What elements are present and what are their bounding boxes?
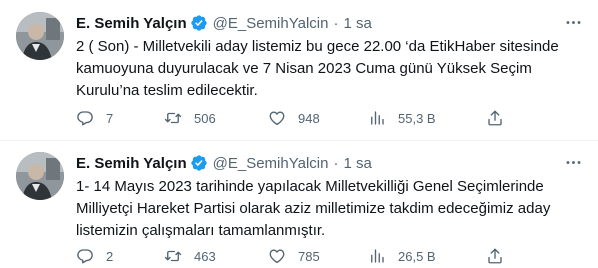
reply-button[interactable]: 2 — [76, 246, 113, 266]
author-name[interactable]: E. Semih Yalçın — [76, 15, 187, 32]
reply-count: 2 — [106, 248, 114, 264]
views-button[interactable]: 55,3 B — [368, 108, 436, 128]
tweet-header: E. Semih Yalçın @E_SemihYalcin · 1 sa — [76, 152, 372, 174]
tweet-actions: 2 463 785 26,5 B — [76, 246, 588, 266]
retweet-icon — [164, 250, 182, 262]
share-icon — [488, 110, 502, 126]
tweet-text-line: 2 ( Son) - Milletvekili aday listemiz bu… — [76, 38, 559, 55]
tweet-time[interactable]: 1 sa — [343, 15, 371, 32]
reply-icon — [77, 111, 93, 126]
tweet-text-line: Kurulu’na teslim edilecektir. — [76, 82, 258, 99]
tweet-text: 2 ( Son) - Milletvekili aday listemiz bu… — [76, 36, 588, 102]
avatar[interactable] — [16, 152, 64, 200]
tweet[interactable]: E. Semih Yalçın @E_SemihYalcin · 1 sa 2 … — [0, 0, 598, 140]
tweet-text-line: listemizin çalışmaları tamamlanmıştır. — [76, 222, 326, 239]
like-icon — [269, 249, 285, 264]
separator-dot: · — [333, 154, 339, 172]
author-name[interactable]: E. Semih Yalçın — [76, 155, 187, 172]
views-count: 55,3 B — [398, 110, 436, 126]
more-icon[interactable] — [562, 11, 584, 33]
retweet-button[interactable]: 463 — [164, 246, 216, 266]
views-button[interactable]: 26,5 B — [368, 246, 436, 266]
tweet-time[interactable]: 1 sa — [343, 155, 371, 172]
verified-badge-icon — [190, 14, 208, 32]
like-count: 785 — [298, 248, 320, 264]
like-icon — [269, 111, 285, 126]
tweet-text-line: 1- 14 Mayıs 2023 tarihinde yapılacak Mil… — [76, 178, 544, 195]
author-handle[interactable]: @E_SemihYalcin — [213, 15, 329, 32]
tweet[interactable]: E. Semih Yalçın @E_SemihYalcin · 1 sa 1-… — [0, 140, 598, 268]
tweet-text-line: Milliyetçi Hareket Partisi olarak aziz m… — [76, 200, 551, 217]
views-icon — [371, 249, 384, 263]
retweet-button[interactable]: 506 — [164, 108, 216, 128]
like-button[interactable]: 785 — [268, 246, 320, 266]
like-count: 948 — [298, 110, 320, 126]
views-count: 26,5 B — [398, 248, 436, 264]
retweet-count: 463 — [194, 248, 216, 264]
reply-button[interactable]: 7 — [76, 108, 113, 128]
reply-icon — [77, 249, 93, 264]
tweet-text: 1- 14 Mayıs 2023 tarihinde yapılacak Mil… — [76, 176, 588, 242]
views-icon — [371, 111, 384, 125]
separator-dot: · — [333, 14, 339, 32]
share-button[interactable] — [486, 246, 504, 266]
share-icon — [488, 248, 502, 264]
more-icon[interactable] — [562, 151, 584, 173]
like-button[interactable]: 948 — [268, 108, 320, 128]
tweet-actions: 7 506 948 55,3 B — [76, 108, 588, 128]
tweet-text-line: kamuoyuna duyurulacak ve 7 Nisan 2023 Cu… — [76, 60, 532, 77]
tweet-feed: E. Semih Yalçın @E_SemihYalcin · 1 sa 2 … — [0, 0, 598, 268]
retweet-count: 506 — [194, 110, 216, 126]
author-handle[interactable]: @E_SemihYalcin — [213, 155, 329, 172]
avatar[interactable] — [16, 12, 64, 60]
tweet-header: E. Semih Yalçın @E_SemihYalcin · 1 sa — [76, 12, 372, 34]
share-button[interactable] — [486, 108, 504, 128]
retweet-icon — [164, 112, 182, 124]
verified-badge-icon — [190, 154, 208, 172]
reply-count: 7 — [106, 110, 114, 126]
